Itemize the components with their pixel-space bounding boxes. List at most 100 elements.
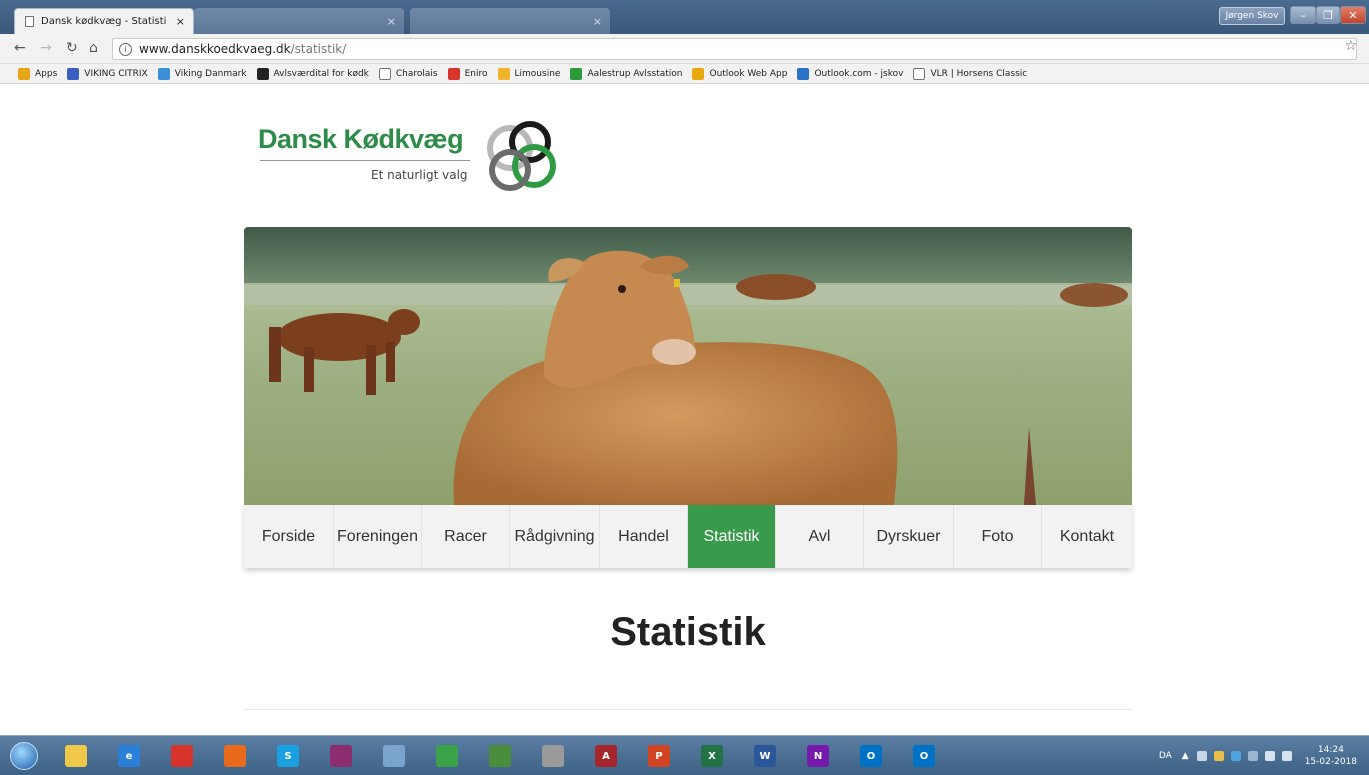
taskbar-app-button[interactable]: e (107, 740, 151, 772)
close-tab-icon[interactable]: × (593, 15, 602, 28)
close-tab-icon[interactable]: × (176, 15, 185, 28)
sync-icon[interactable] (1230, 751, 1241, 761)
taskbar-app-button[interactable]: X (690, 740, 734, 772)
tab-background-2[interactable]: × (410, 8, 610, 34)
bookmark-item[interactable]: Charolais (378, 67, 438, 80)
bookmark-label: Outlook.com - jskov (814, 68, 904, 79)
taskbar-app-button[interactable]: O (902, 740, 946, 772)
spreadsheet-app-icon (489, 745, 511, 767)
taskbar-app-button[interactable] (54, 740, 98, 772)
bookmark-star-icon[interactable]: ☆ (1344, 38, 1357, 54)
profile-button[interactable]: Jørgen Skov (1219, 7, 1285, 25)
maximize-button[interactable]: ❐ (1316, 6, 1340, 24)
network-icon[interactable] (1196, 751, 1207, 761)
signal-icon[interactable] (1264, 751, 1275, 761)
menu-item-dyrskuer[interactable]: Dyrskuer (864, 505, 954, 568)
bookmark-label: VLR | Horsens Classic (930, 68, 1028, 79)
taskbar-app-button[interactable]: N (796, 740, 840, 772)
info-icon[interactable]: i (119, 42, 132, 56)
clock-time: 14:24 (1317, 745, 1344, 755)
address-bar[interactable]: i www.danskkoedkvaeg.dk/statistik/ (112, 38, 1357, 60)
excel-icon: X (701, 745, 723, 767)
browser-titlebar: Dansk kødkvæg - Statisti × × × Jørgen Sk… (0, 0, 1369, 34)
bookmark-item[interactable]: Eniro (447, 67, 488, 80)
powerpoint-icon: P (648, 745, 670, 767)
tray-expand-icon[interactable]: ▲ (1182, 751, 1189, 761)
bookmark-item[interactable]: Viking Danmark (157, 67, 247, 80)
language-indicator[interactable]: DA (1159, 751, 1172, 761)
menu-item-statistik[interactable]: Statistik (688, 505, 776, 568)
tab-background-1[interactable]: × (194, 8, 404, 34)
clock[interactable]: 14:24 15-02-2018 (1305, 744, 1357, 768)
reload-icon[interactable]: ↻ (66, 40, 78, 56)
outlook-2-icon: O (913, 745, 935, 767)
flag-icon[interactable] (1247, 751, 1258, 761)
firefox-icon (224, 745, 246, 767)
start-button[interactable] (10, 742, 38, 770)
menu-item-racer[interactable]: Racer (422, 505, 510, 568)
home-icon[interactable]: ⌂ (89, 40, 98, 56)
chrome-icon (171, 745, 193, 767)
menu-item-kontakt[interactable]: Kontakt (1042, 505, 1132, 568)
apps-grid-icon (18, 67, 30, 80)
outlook-icon (797, 67, 810, 80)
bookmark-item[interactable]: Limousine (497, 67, 560, 80)
bookmark-item[interactable]: Apps (18, 67, 58, 80)
menu-item-radgivning[interactable]: Rådgivning (510, 505, 600, 568)
tab-dansk-kodkvaeg[interactable]: Dansk kødkvæg - Statisti × (14, 8, 194, 34)
bookmark-label: Outlook Web App (709, 68, 788, 79)
bookmark-item[interactable]: VLR | Horsens Classic (913, 67, 1028, 80)
bookmark-item[interactable]: Aalestrup Avlsstation (570, 67, 683, 80)
winrar-icon (330, 745, 352, 767)
bookmark-label: Apps (35, 68, 58, 79)
cattle-hero-image (244, 227, 1132, 505)
menu-item-handel[interactable]: Handel (600, 505, 688, 568)
taskbar-app-button[interactable]: A (584, 740, 628, 772)
taskbar-app-button[interactable]: W (743, 740, 787, 772)
minimize-button[interactable]: – (1290, 6, 1316, 24)
onenote-icon: N (807, 745, 829, 767)
bookmark-item[interactable]: Outlook Web App (692, 67, 788, 80)
volume-icon[interactable] (1281, 751, 1292, 761)
rings-logo-icon (487, 121, 556, 191)
menu-item-avl[interactable]: Avl (776, 505, 864, 568)
system-tray: DA ▲ 14:24 15-02-2018 (1159, 744, 1357, 768)
page-icon (25, 16, 34, 27)
url-path: /statistik/ (290, 42, 347, 56)
forward-icon[interactable]: → (40, 40, 52, 56)
menu-item-foreningen[interactable]: Foreningen (334, 505, 422, 568)
main-menu: Forside Foreningen Racer Rådgivning Handel St… (244, 505, 1132, 568)
close-window-button[interactable]: ✕ (1340, 6, 1366, 24)
onedrive-icon[interactable] (1213, 751, 1224, 761)
taskbar-app-button[interactable] (319, 740, 363, 772)
aalestrup-icon (570, 67, 583, 80)
taskbar-app-button[interactable]: O (849, 740, 893, 772)
taskbar-app-button[interactable] (372, 740, 416, 772)
folder-icon (497, 67, 510, 80)
back-icon[interactable]: ← (14, 40, 26, 56)
taskbar-app-button[interactable]: P (637, 740, 681, 772)
taskbar-app-button[interactable] (425, 740, 469, 772)
taskbar-app-button[interactable] (213, 740, 257, 772)
logo-subtitle: Et naturligt valg (371, 168, 468, 182)
menu-item-forside[interactable]: Forside (244, 505, 334, 568)
internet-explorer-icon: e (118, 745, 140, 767)
taskbar-app-button[interactable] (478, 740, 522, 772)
bookmark-label: Aalestrup Avlsstation (587, 68, 683, 79)
site-logo[interactable]: Dansk Kødkvæg Et naturligt valg (258, 118, 568, 198)
taskbar-app-button[interactable] (160, 740, 204, 772)
close-tab-icon[interactable]: × (387, 15, 396, 28)
spiral-app-icon (542, 745, 564, 767)
access-icon: A (595, 745, 617, 767)
bookmark-item[interactable]: Outlook.com - jskov (797, 67, 904, 80)
photo-viewer-icon (383, 745, 405, 767)
office-icon (692, 67, 705, 80)
taskbar-app-button[interactable] (531, 740, 575, 772)
bookmark-item[interactable]: VIKING CITRIX (67, 67, 148, 80)
menu-item-foto[interactable]: Foto (954, 505, 1042, 568)
explorer-icon (65, 745, 87, 767)
page-icon (378, 67, 391, 80)
bookmark-label: Viking Danmark (174, 68, 247, 79)
taskbar-app-button[interactable]: S (266, 740, 310, 772)
bookmark-item[interactable]: Avlsværdital for kødk (256, 67, 369, 80)
